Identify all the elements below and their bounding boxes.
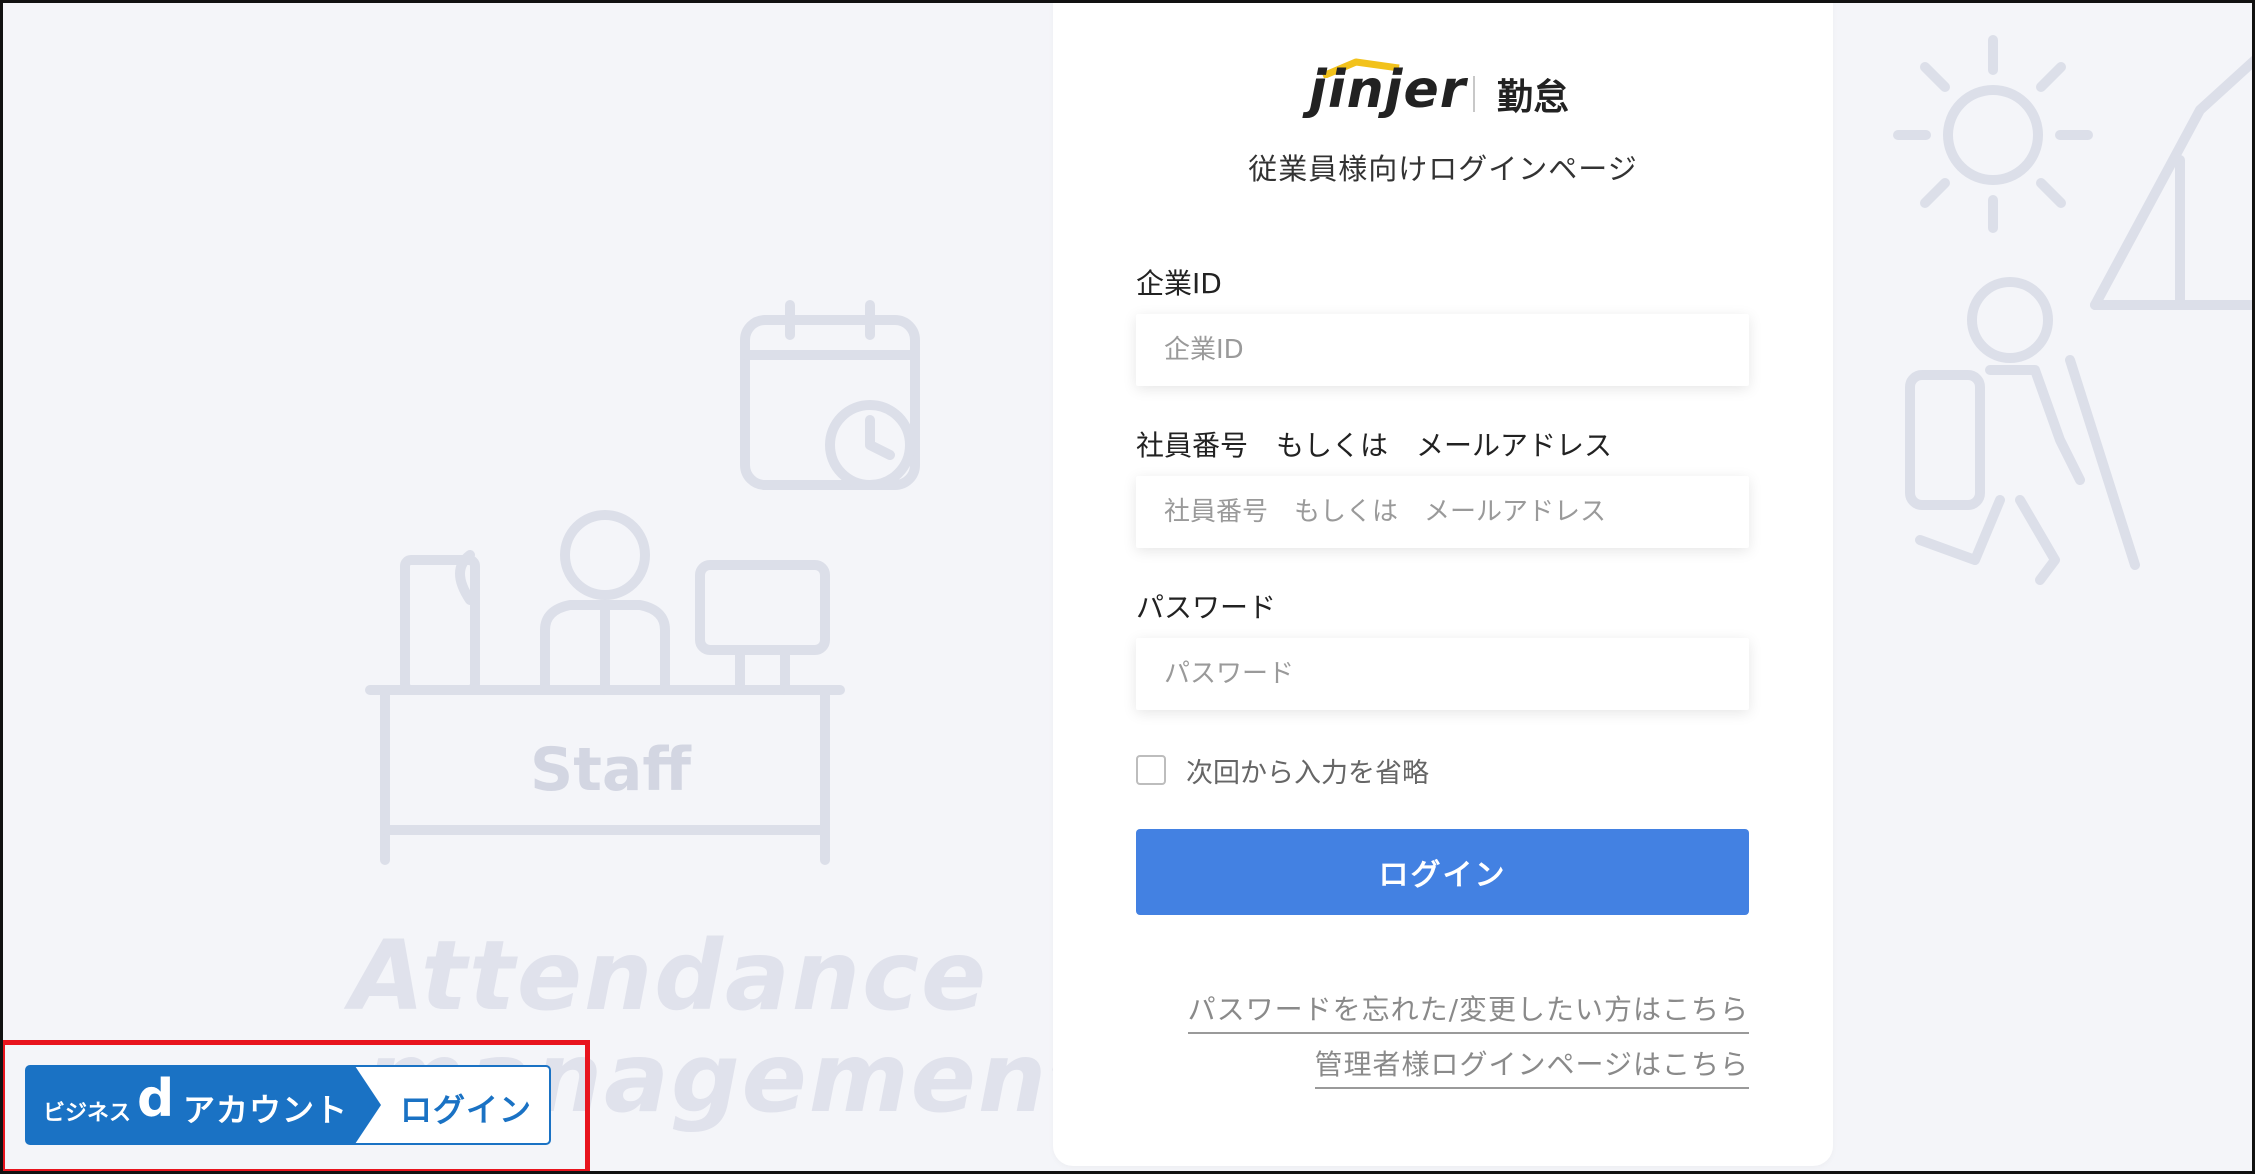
staff-label: Staff: [530, 735, 691, 805]
employee-id-label: 社員番号 もしくは メールアドレス: [1136, 429, 1613, 462]
forgot-password-link[interactable]: パスワードを忘れた/変更したい方はこちら: [1187, 988, 1749, 1034]
login-card: jinjer 勤怠 従業員様向けログインページ 企業ID 社員番号 もしくは メ…: [1053, 0, 1833, 1166]
brand-header: jinjer 勤怠: [1053, 56, 1833, 126]
mountain-icon: [2090, 55, 2255, 310]
product-name: 勤怠: [1497, 77, 1570, 118]
password-input[interactable]: [1136, 638, 1749, 710]
d-account-login-label: ログイン: [400, 1091, 533, 1129]
d-account-login-button[interactable]: ビジネス d アカウント ログイン: [25, 1065, 551, 1145]
staff-desk-icon: [365, 510, 845, 865]
employee-id-input[interactable]: [1136, 476, 1749, 548]
brand-divider: [1473, 76, 1475, 112]
remember-label[interactable]: 次回から入力を省略: [1186, 751, 1429, 790]
password-label: パスワード: [1136, 591, 1277, 624]
company-id-label: 企業ID: [1136, 267, 1222, 300]
hiker-icon: [1905, 277, 2140, 585]
d-account-d-logo: d: [137, 1069, 175, 1129]
sun-icon: [1893, 35, 2093, 233]
jinjer-logo: jinjer: [1309, 60, 1467, 120]
watermark-attendance: Attendance: [350, 920, 989, 1032]
remember-row: 次回から入力を省略: [1136, 751, 1429, 790]
login-button[interactable]: ログイン: [1136, 829, 1749, 915]
page-title: 従業員様向けログインページ: [1248, 152, 1638, 186]
d-account-label: アカウント: [183, 1091, 349, 1129]
calendar-clock-icon: [740, 300, 920, 490]
admin-login-link[interactable]: 管理者様ログインページはこちら: [1314, 1043, 1749, 1089]
d-account-prefix: ビジネス: [43, 1101, 132, 1126]
remember-checkbox[interactable]: [1136, 755, 1166, 785]
company-id-input[interactable]: [1136, 314, 1749, 386]
